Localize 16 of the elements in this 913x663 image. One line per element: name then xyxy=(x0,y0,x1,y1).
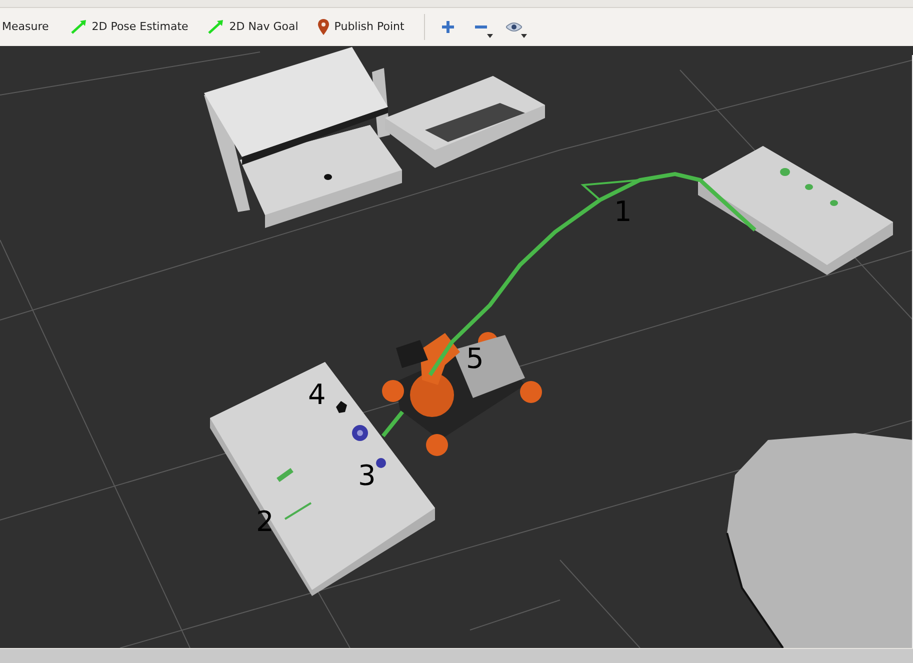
tool-button[interactable]: Publish Point xyxy=(318,12,424,42)
marker-label: 4 xyxy=(308,381,326,409)
plus-icon xyxy=(441,20,456,34)
minus-icon xyxy=(474,24,488,30)
marker-label: 2 xyxy=(256,508,274,536)
caret-icon xyxy=(487,34,494,38)
eye-icon xyxy=(506,22,522,32)
tool-button[interactable]: 2D Pose Estimate xyxy=(70,12,208,42)
marker-label: 3 xyxy=(358,462,376,490)
tool-button[interactable]: Measure xyxy=(0,12,71,42)
marker-label: 5 xyxy=(466,345,484,373)
map-pin-icon xyxy=(318,19,330,35)
tool-button[interactable]: 2D Nav Goal xyxy=(208,12,318,42)
arrow-icon xyxy=(70,20,87,34)
arrow-icon xyxy=(208,20,224,34)
caret-icon xyxy=(521,34,528,38)
